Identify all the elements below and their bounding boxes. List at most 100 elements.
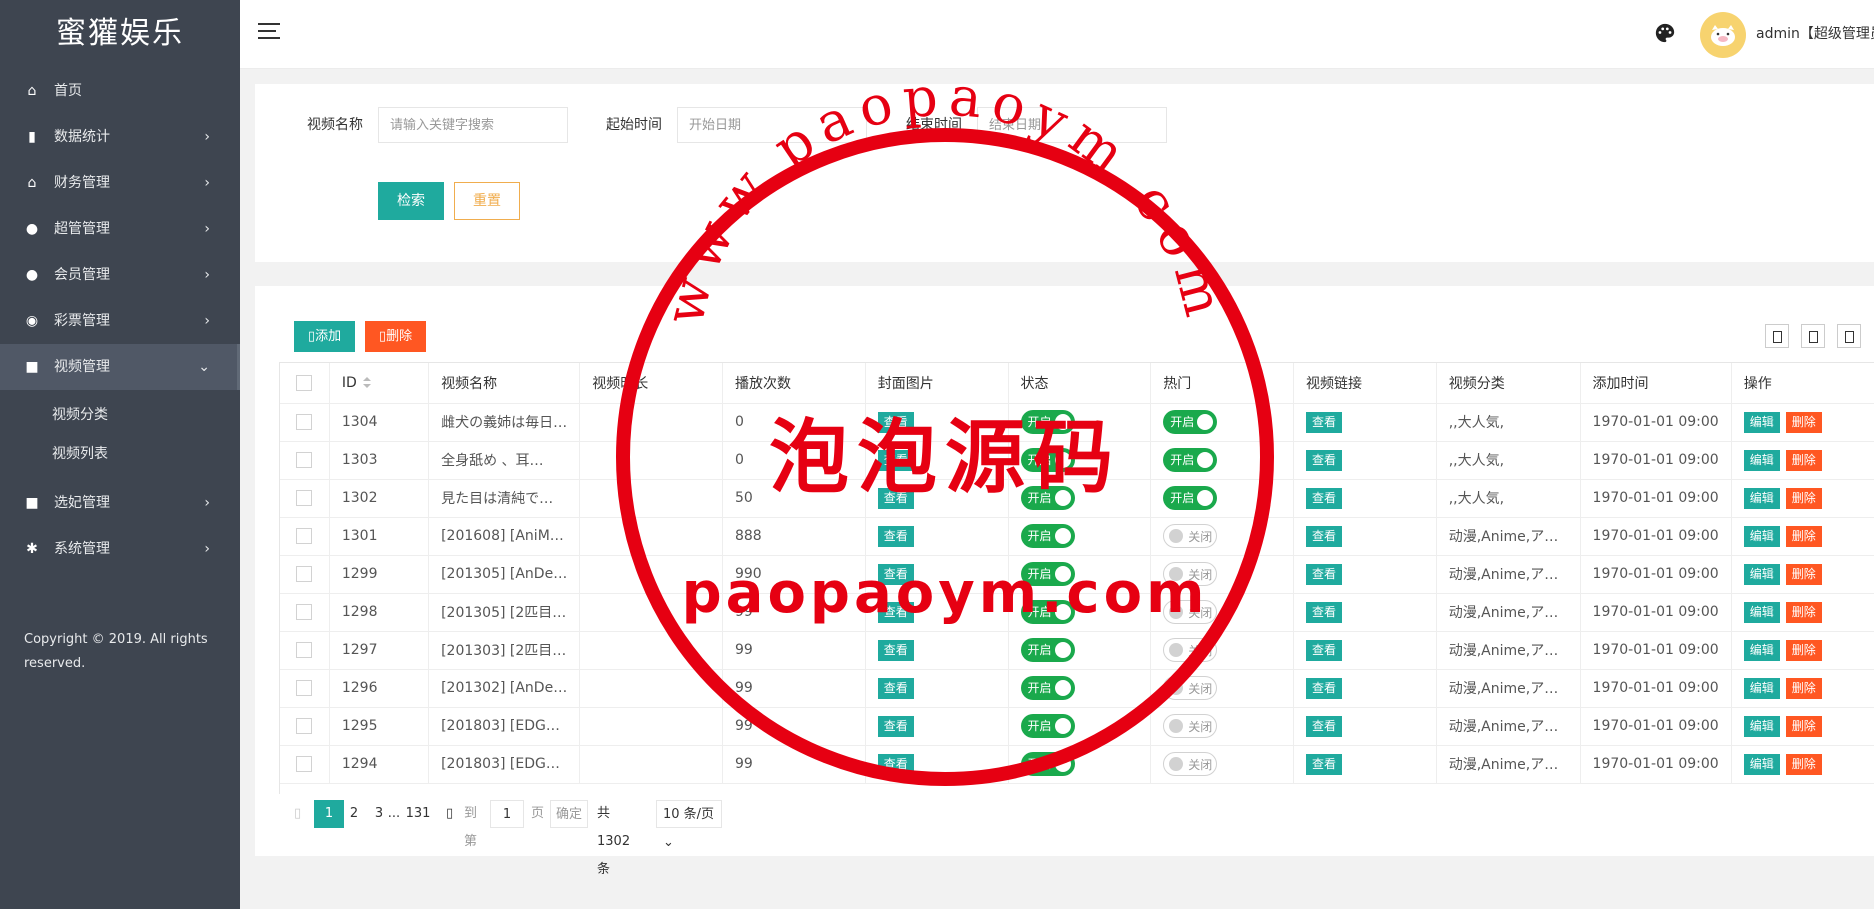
edit-button[interactable]: 编辑 [1743,449,1780,471]
view-cover-button[interactable]: 查看 [877,715,914,737]
row-checkbox[interactable] [296,680,313,696]
page-jump-ok-button[interactable]: 确定 [550,800,588,828]
per-page-select[interactable]: 10 条/页 ⌄ [656,800,722,850]
sidebar-item-8[interactable]: ■ 选妃管理 › [0,480,240,526]
toggle-switch[interactable]: 开启 [1020,714,1075,738]
toggle-switch[interactable]: 关闭 [1163,752,1218,776]
row-checkbox[interactable] [296,718,313,734]
row-checkbox[interactable] [296,756,313,772]
toggle-switch[interactable]: 关闭 [1163,714,1218,738]
view-cover-button[interactable]: 查看 [877,677,914,699]
view-link-button[interactable]: 查看 [1305,639,1342,661]
add-button[interactable]: ▯添加 [294,321,355,352]
toggle-switch[interactable]: 开启 [1020,448,1075,472]
sidebar-item-6[interactable]: ◉ 彩票管理 › [0,298,240,344]
delete-button[interactable]: 删除 [1785,563,1822,585]
toggle-switch[interactable]: 关闭 [1163,638,1218,662]
menu-toggle-icon[interactable] [258,23,280,43]
view-link-button[interactable]: 查看 [1305,525,1342,547]
sidebar-item-3[interactable]: ⌂ 财务管理 › [0,160,240,206]
user-name[interactable]: admin【超级管理员】 [1756,0,1874,68]
edit-button[interactable]: 编辑 [1743,487,1780,509]
edit-button[interactable]: 编辑 [1743,525,1780,547]
delete-button[interactable]: 删除 [1785,753,1822,775]
prev-page-icon[interactable]: ▯ [294,800,308,828]
view-cover-button[interactable]: 查看 [877,449,914,471]
submenu-item-2[interactable]: 视频列表 [0,435,240,474]
view-link-button[interactable]: 查看 [1305,753,1342,775]
row-checkbox[interactable] [296,604,313,620]
edit-button[interactable]: 编辑 [1743,715,1780,737]
view-link-button[interactable]: 查看 [1305,449,1342,471]
edit-button[interactable]: 编辑 [1743,639,1780,661]
sidebar-item-1[interactable]: ⌂ 首页 [0,68,240,114]
view-link-button[interactable]: 查看 [1305,411,1342,433]
print-icon[interactable] [1837,324,1861,348]
row-checkbox[interactable] [296,528,313,544]
submenu-item-1[interactable]: 视频分类 [0,396,240,435]
view-cover-button[interactable]: 查看 [877,639,914,661]
toggle-switch[interactable]: 关闭 [1163,524,1218,548]
batch-delete-button[interactable]: ▯删除 [365,321,426,352]
select-all-checkbox[interactable] [296,374,313,391]
toggle-switch[interactable]: 开启 [1020,410,1075,434]
delete-button[interactable]: 删除 [1785,677,1822,699]
sidebar-item-7[interactable]: ■ 视频管理 ⌄ [0,344,240,390]
toggle-switch[interactable]: 关闭 [1163,600,1218,624]
edit-button[interactable]: 编辑 [1743,601,1780,623]
sort-icon[interactable] [362,376,371,389]
palette-icon[interactable] [1654,22,1676,44]
delete-button[interactable]: 删除 [1785,449,1822,471]
edit-button[interactable]: 编辑 [1743,563,1780,585]
view-cover-button[interactable]: 查看 [877,525,914,547]
column-header[interactable]: ID [329,363,430,404]
row-checkbox[interactable] [296,490,313,506]
sidebar-item-9[interactable]: ✱ 系统管理 › [0,526,240,572]
export-icon[interactable] [1801,324,1825,348]
toggle-switch[interactable]: 开启 [1020,600,1075,624]
video-name-input[interactable]: 请输入关键字搜索 [378,107,568,143]
view-cover-button[interactable]: 查看 [877,411,914,433]
toggle-switch[interactable]: 开启 [1020,638,1075,662]
search-button[interactable]: 检索 [378,182,444,220]
view-cover-button[interactable]: 查看 [877,753,914,775]
delete-button[interactable]: 删除 [1785,525,1822,547]
brand-logo[interactable]: 蜜獾娱乐 [0,0,240,68]
toggle-switch[interactable]: 关闭 [1163,562,1218,586]
toggle-switch[interactable]: 开启 [1163,486,1218,510]
sidebar-item-4[interactable]: ● 超管管理 › [0,206,240,252]
view-cover-button[interactable]: 查看 [877,563,914,585]
edit-button[interactable]: 编辑 [1743,411,1780,433]
delete-button[interactable]: 删除 [1785,487,1822,509]
start-date-input[interactable]: 开始日期 [677,107,867,143]
edit-button[interactable]: 编辑 [1743,753,1780,775]
edit-button[interactable]: 编辑 [1743,677,1780,699]
page-jump-input[interactable]: 1 [490,800,524,828]
row-checkbox[interactable] [296,414,313,430]
toggle-switch[interactable]: 开启 [1020,486,1075,510]
delete-button[interactable]: 删除 [1785,639,1822,661]
avatar[interactable] [1700,12,1746,58]
toggle-switch[interactable]: 开启 [1163,410,1218,434]
toggle-switch[interactable]: 开启 [1020,562,1075,586]
view-cover-button[interactable]: 查看 [877,601,914,623]
sidebar-item-2[interactable]: ▮ 数据统计 › [0,114,240,160]
toggle-switch[interactable]: 开启 [1020,524,1075,548]
delete-button[interactable]: 删除 [1785,715,1822,737]
end-date-input[interactable]: 结束日期 [977,107,1167,143]
sidebar-item-5[interactable]: ● 会员管理 › [0,252,240,298]
toggle-switch[interactable]: 开启 [1163,448,1218,472]
row-checkbox[interactable] [296,452,313,468]
delete-button[interactable]: 删除 [1785,411,1822,433]
view-cover-button[interactable]: 查看 [877,487,914,509]
view-link-button[interactable]: 查看 [1305,715,1342,737]
delete-button[interactable]: 删除 [1785,601,1822,623]
view-link-button[interactable]: 查看 [1305,677,1342,699]
columns-filter-icon[interactable] [1765,324,1789,348]
view-link-button[interactable]: 查看 [1305,563,1342,585]
view-link-button[interactable]: 查看 [1305,601,1342,623]
row-checkbox[interactable] [296,566,313,582]
reset-button[interactable]: 重置 [454,182,520,220]
row-checkbox[interactable] [296,642,313,658]
toggle-switch[interactable]: 开启 [1020,676,1075,700]
